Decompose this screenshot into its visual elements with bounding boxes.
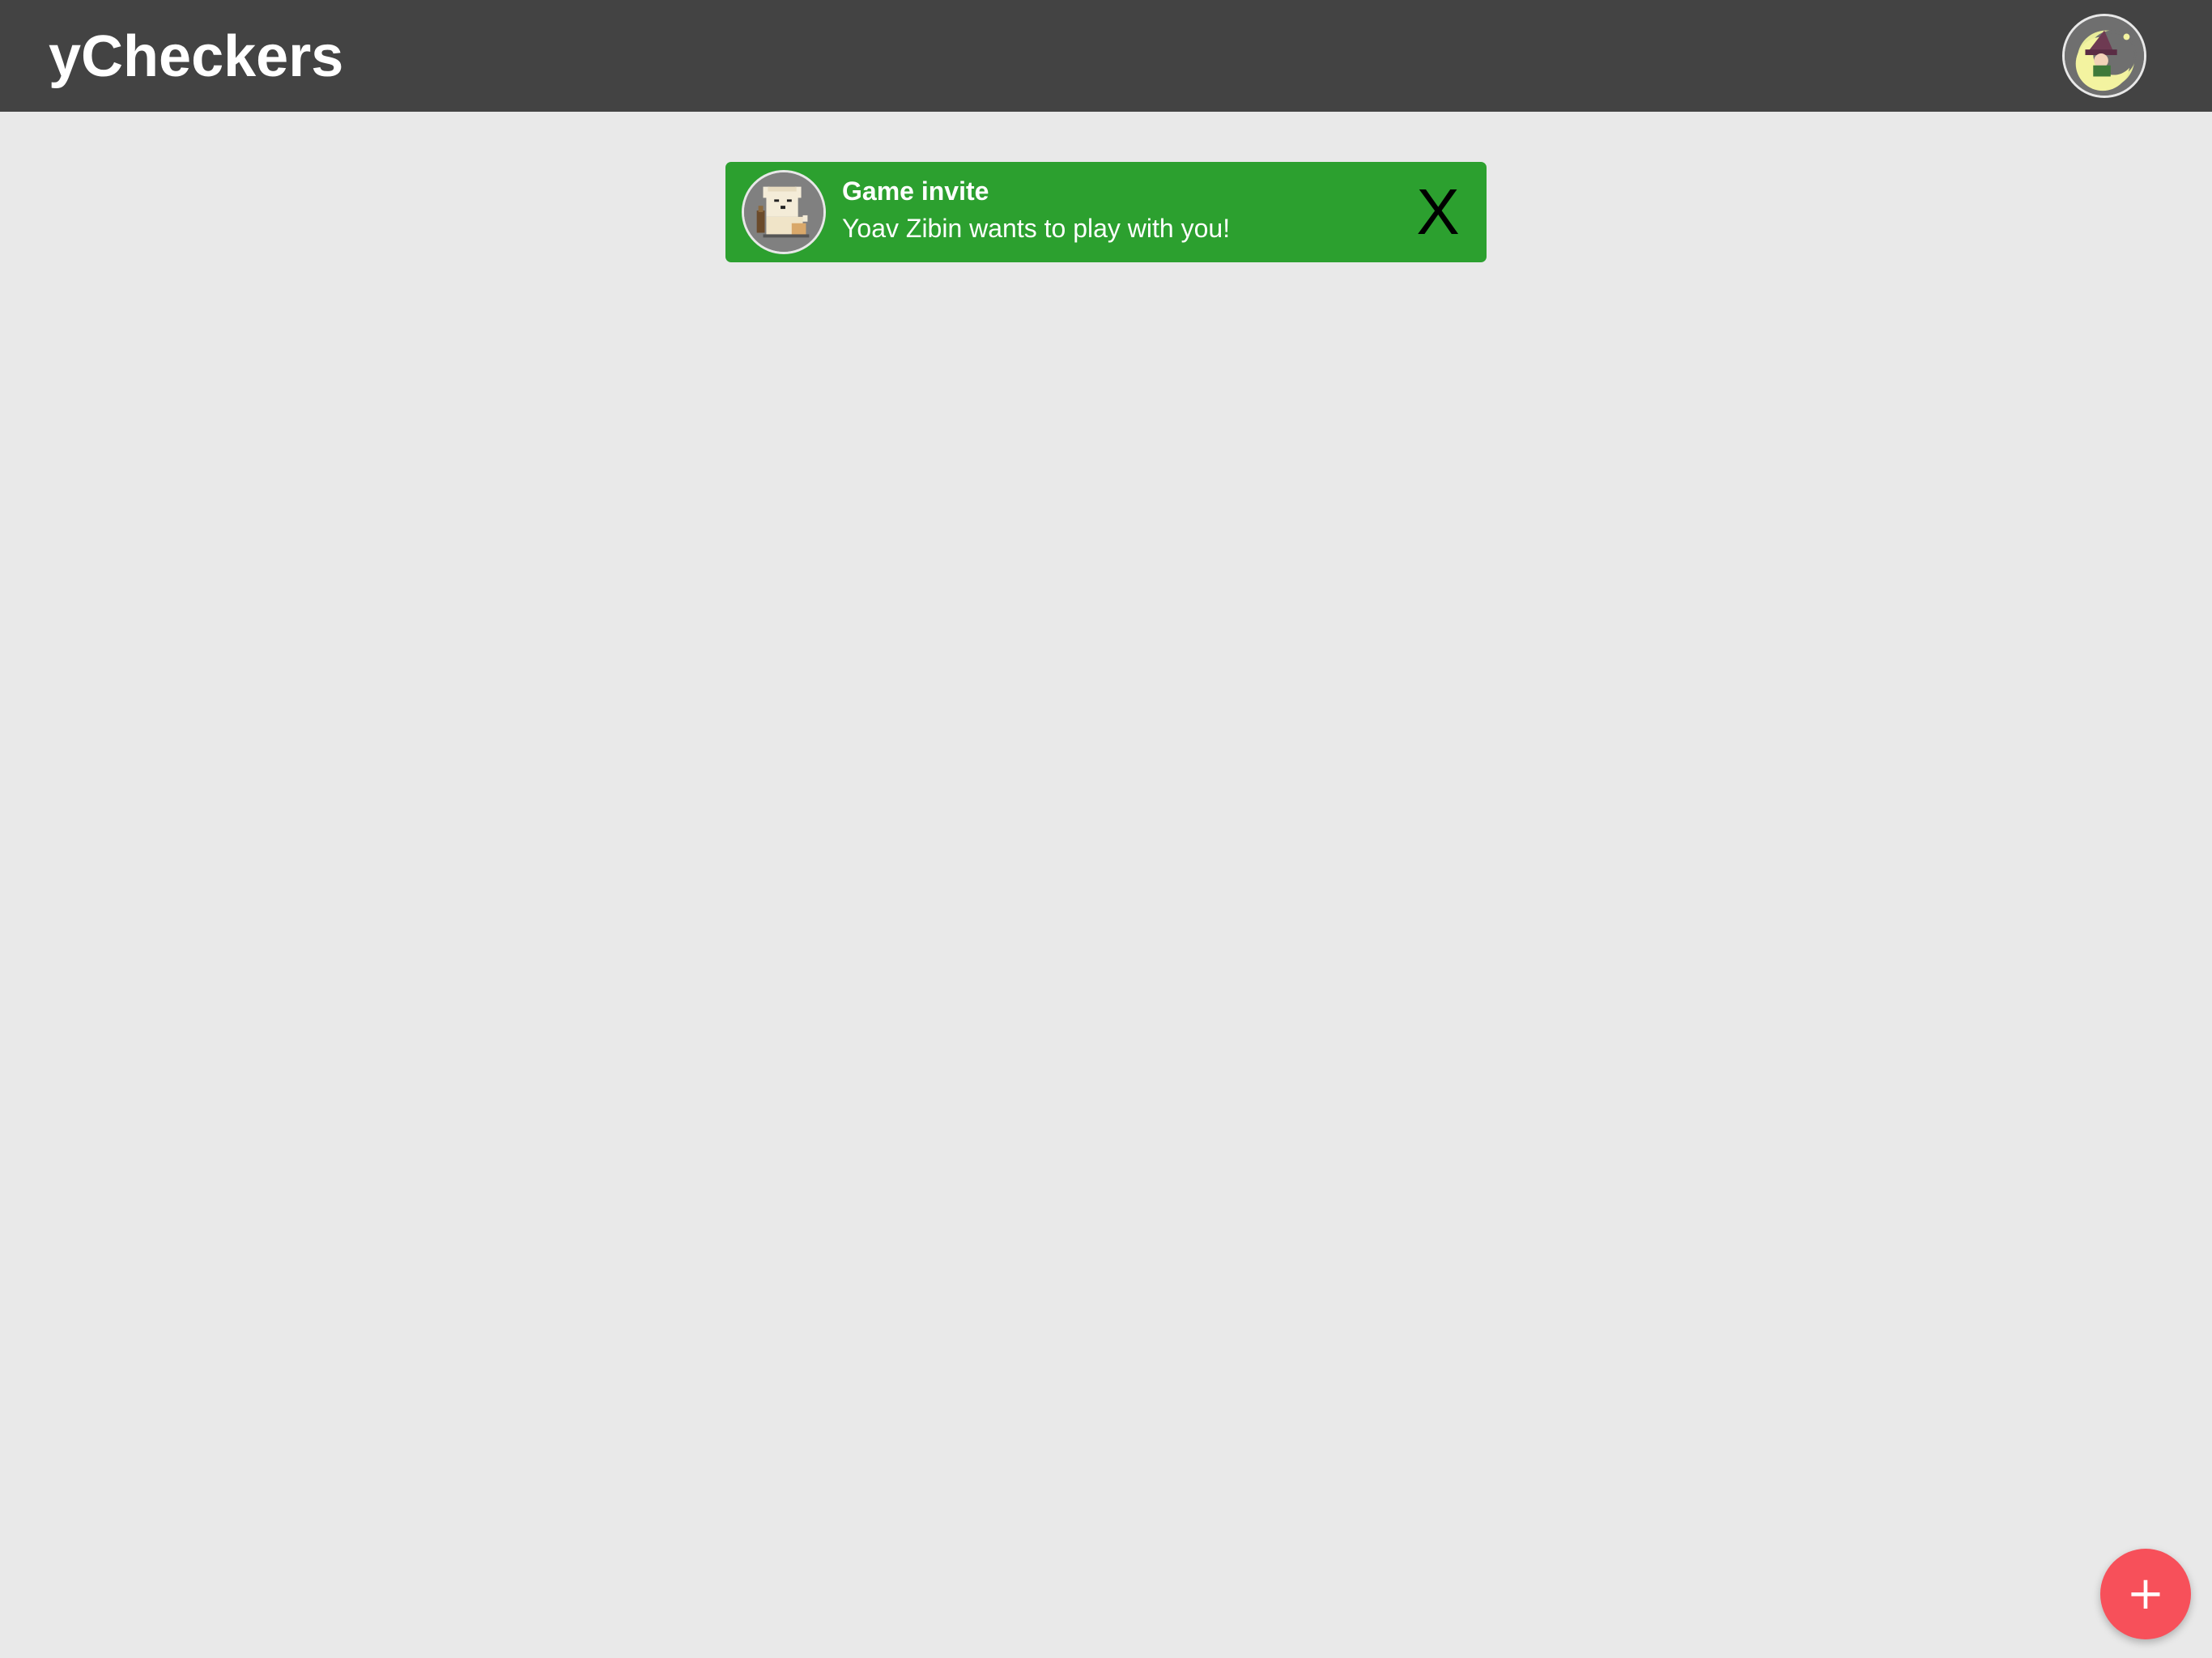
notification-message: Yoav Zibin wants to play with you! <box>842 214 1231 243</box>
new-game-button[interactable]: + <box>2100 1549 2191 1639</box>
close-notification-button[interactable]: X <box>1406 172 1470 253</box>
user-avatar[interactable] <box>2062 14 2146 98</box>
witch-on-moon-icon <box>2065 16 2144 96</box>
sender-avatar <box>742 170 826 254</box>
pixel-dog-icon <box>744 172 823 252</box>
notification-title: Game invite <box>842 176 989 206</box>
app-title: yCheckers <box>49 24 344 89</box>
plus-icon: + <box>2126 1567 2165 1620</box>
game-invite-notification[interactable]: Game invite Yoav Zibin wants to play wit… <box>725 162 1487 262</box>
app-root: yCheckers Game invite Yoav Zibin wants t… <box>0 0 2212 1658</box>
top-app-bar: yCheckers <box>0 0 2212 112</box>
